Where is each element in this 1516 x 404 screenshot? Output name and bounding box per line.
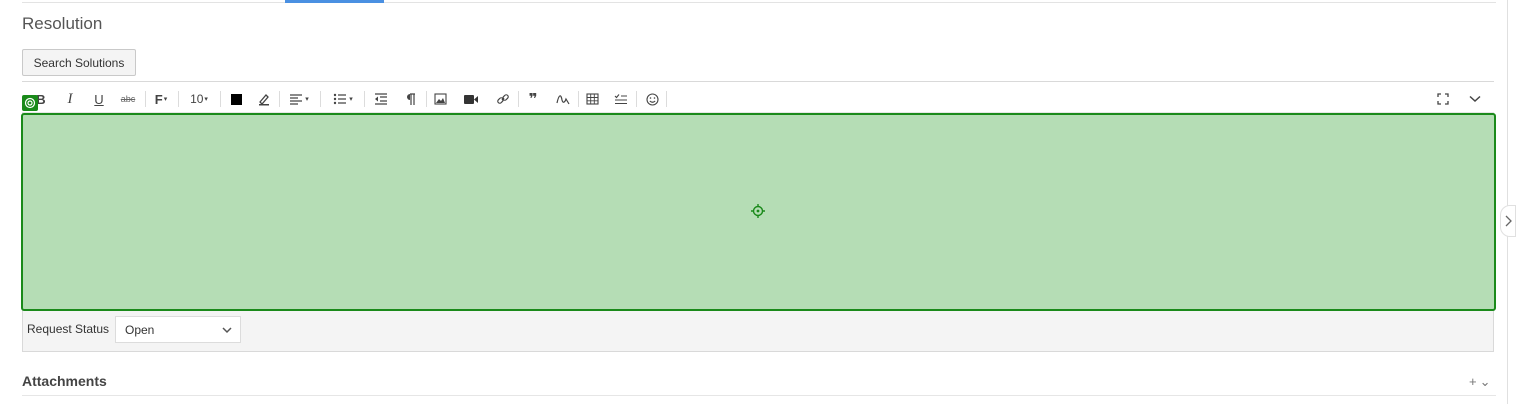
active-tab-indicator	[285, 0, 384, 3]
font-family-button[interactable]: F ▾	[153, 90, 169, 108]
quote-icon: ❞	[528, 91, 538, 108]
highlight-color-button[interactable]	[256, 90, 272, 108]
toolbar-separator	[220, 91, 221, 107]
caret-down-icon: ▾	[204, 96, 208, 103]
insert-link-button[interactable]	[495, 90, 511, 108]
link-icon	[497, 94, 509, 104]
insert-video-button[interactable]	[462, 90, 480, 108]
caret-down-icon: ▾	[305, 96, 309, 103]
crosshair-icon	[751, 204, 765, 218]
emoji-button[interactable]	[644, 90, 660, 108]
request-status-value: Open	[125, 322, 155, 337]
top-divider	[22, 2, 1496, 3]
chevron-right-icon	[1505, 215, 1512, 227]
toolbar-separator	[426, 91, 427, 107]
request-status-label: Request Status	[27, 322, 110, 336]
fullscreen-icon	[1437, 93, 1449, 105]
checklist-icon	[614, 94, 627, 105]
side-panel-toggle[interactable]	[1500, 205, 1516, 237]
strikethrough-button[interactable]: abc	[120, 90, 136, 108]
toolbar-separator	[145, 91, 146, 107]
font-size-button[interactable]: 10 ▾	[186, 90, 212, 108]
toolbar-separator	[178, 91, 179, 107]
toolbar-separator	[364, 91, 365, 107]
attachments-actions[interactable]: + ⌄	[1469, 374, 1491, 390]
toolbar-separator	[320, 91, 321, 107]
search-solutions-button[interactable]: Search Solutions	[22, 49, 136, 76]
caret-down-icon: ▾	[163, 96, 168, 103]
outdent-button[interactable]	[373, 90, 389, 108]
attachments-title: Attachments	[22, 373, 107, 389]
toolbar-separator	[279, 91, 280, 107]
attachments-divider	[22, 395, 1496, 396]
request-status-select[interactable]: Open	[115, 316, 241, 343]
target-badge	[22, 95, 38, 111]
chevron-down-icon	[1469, 95, 1481, 103]
toolbar-separator	[636, 91, 637, 107]
outdent-icon	[375, 93, 387, 105]
table-icon	[585, 93, 599, 105]
fullscreen-button[interactable]	[1435, 90, 1451, 108]
add-attachment-icon[interactable]: +	[1469, 374, 1477, 390]
paragraph-icon	[407, 92, 415, 105]
italic-button[interactable]: I	[63, 90, 77, 108]
caret-down-icon: ▾	[349, 96, 353, 103]
list-button[interactable]: ▾	[330, 90, 356, 108]
bulleted-list-icon	[334, 93, 347, 105]
insert-table-button[interactable]	[584, 90, 600, 108]
text-color-swatch	[230, 93, 242, 105]
signature-icon	[556, 95, 570, 105]
clear-format-button[interactable]	[555, 90, 571, 108]
toolbar-separator	[578, 91, 579, 107]
insert-code-button[interactable]	[613, 90, 629, 108]
paragraph-button[interactable]	[402, 90, 418, 108]
video-icon	[464, 94, 478, 104]
toolbar-separator	[518, 91, 519, 107]
expand-attachments-icon[interactable]: ⌄	[1480, 374, 1491, 390]
target-icon	[24, 97, 36, 109]
font-family-label: F	[154, 91, 163, 107]
highlighter-icon	[259, 94, 269, 106]
smiley-icon	[645, 92, 659, 106]
blockquote-button[interactable]: ❞	[525, 90, 541, 108]
insert-image-button[interactable]	[432, 90, 448, 108]
underline-button[interactable]: U	[92, 90, 106, 108]
align-button[interactable]: ▾	[286, 90, 312, 108]
page: Resolution Search Solutions B I U abc F ▾…	[0, 0, 1516, 404]
section-title: Resolution	[22, 14, 103, 33]
right-panel-divider	[1507, 0, 1508, 404]
text-color-button[interactable]	[229, 90, 243, 108]
toolbar-more-button[interactable]	[1467, 90, 1483, 108]
image-icon	[433, 93, 447, 105]
font-size-value: 10	[190, 92, 204, 106]
align-left-icon	[290, 94, 303, 105]
toolbar-separator	[666, 91, 667, 107]
chevron-down-icon	[222, 327, 232, 334]
